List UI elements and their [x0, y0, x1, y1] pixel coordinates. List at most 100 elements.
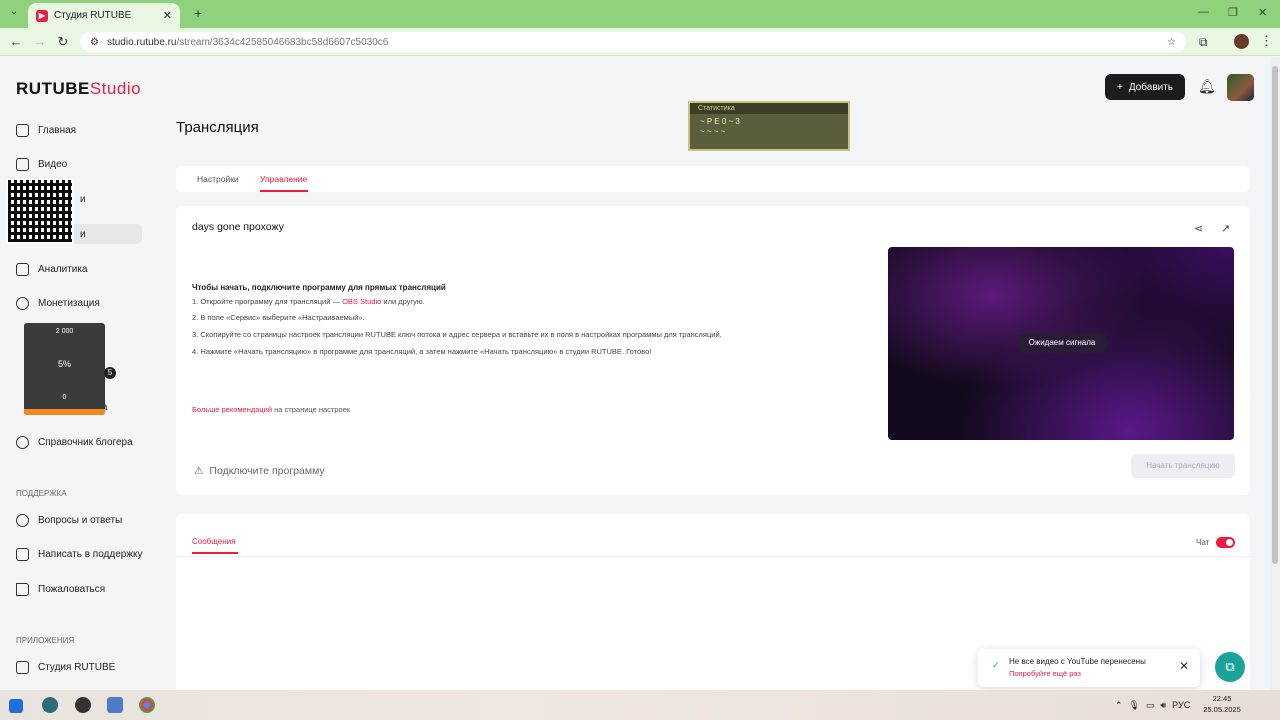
- browser-menu-icon[interactable]: ⋮: [1260, 33, 1273, 49]
- toast-message: Не все видео с YouTube перенесены: [1009, 657, 1146, 666]
- gauge-top-value: 2 000: [55, 328, 74, 335]
- more-recommendations-rest: на странице настроек: [272, 405, 351, 414]
- sidebar-item-monetization[interactable]: Монетизация: [16, 293, 100, 313]
- back-icon[interactable]: ←: [8, 34, 24, 49]
- logo-main: RUTUBE: [16, 79, 90, 98]
- microphone-icon[interactable]: 🎙︎: [1129, 700, 1140, 711]
- plus-icon: +: [1116, 81, 1123, 93]
- add-button[interactable]: + Добавить: [1105, 74, 1185, 100]
- sidebar-item-label: Аналитика: [38, 263, 88, 275]
- tab-messages[interactable]: Сообщения: [192, 537, 235, 546]
- close-window-button[interactable]: ✕: [1258, 6, 1267, 19]
- close-icon[interactable]: ✕: [1179, 659, 1189, 673]
- steam-icon[interactable]: [42, 697, 58, 713]
- sidebar-item-analytics[interactable]: Аналитика: [16, 259, 88, 279]
- user-avatar[interactable]: [1227, 74, 1254, 101]
- more-recommendations: Больше рекомендаций на странице настроек: [192, 405, 350, 414]
- chat-toggle-label: Чат: [1196, 538, 1210, 547]
- donation-gauge-widget: 2 000 5% 0: [24, 323, 105, 415]
- toast-retry-link[interactable]: Попробуйте ещё раз: [1009, 669, 1081, 678]
- sidebar-item-label: Монетизация: [38, 297, 100, 309]
- page-title: Трансляция: [176, 119, 259, 136]
- notifications-bell-icon[interactable]: 🔔︎: [1198, 78, 1216, 95]
- step-1-text-end: или другую.: [381, 297, 425, 306]
- notification-toast: ✓ Не все видео с YouTube перенесены Попр…: [978, 649, 1200, 687]
- mail-icon: [16, 547, 29, 561]
- minimize-button[interactable]: —: [1198, 6, 1209, 18]
- chat-toggle[interactable]: [1216, 537, 1235, 548]
- volume-icon[interactable]: 🔊︎: [1161, 700, 1167, 711]
- rutube-studio-logo[interactable]: RUTUBEStudio: [16, 79, 141, 99]
- more-recommendations-link[interactable]: Больше рекомендаций: [192, 405, 272, 414]
- support-chat-button[interactable]: ⧉: [1215, 652, 1245, 682]
- windows-taskbar: [0, 690, 1280, 720]
- bookmark-star-icon[interactable]: ☆: [1167, 37, 1176, 48]
- qr-code-overlay: [6, 178, 74, 244]
- sidebar-item-label: Видео: [38, 158, 68, 170]
- scrollbar-thumb[interactable]: [1272, 66, 1278, 564]
- home-icon: [16, 123, 29, 137]
- sidebar-item-broadcasts[interactable]: и: [80, 224, 86, 244]
- sidebar-item-blogger-guide[interactable]: Справочник блогера: [16, 432, 133, 452]
- url-host: studio.rutube.ru: [106, 36, 177, 48]
- stats-line-2: ~ ~ ~ ~: [700, 127, 726, 136]
- tab-search-icon[interactable]: ⌄: [6, 6, 22, 22]
- taskbar-clock[interactable]: 22:45 25.05.2025: [1200, 693, 1244, 715]
- stats-line-1: ~ P E 0 ~ 3: [700, 117, 740, 126]
- sidebar-item-home[interactable]: Главная: [16, 120, 76, 140]
- extensions-icon[interactable]: ⧉: [1199, 35, 1208, 50]
- reload-icon[interactable]: ↻: [55, 34, 71, 50]
- waiting-signal-badge: Ожидаем сигнала: [1016, 333, 1108, 353]
- sidebar-item-label: Пожаловаться: [38, 583, 106, 595]
- sidebar-item-label: Написать в поддержку: [38, 548, 143, 560]
- instruction-step-2: 2. В поле «Сервис» выберите «Настраиваем…: [192, 313, 365, 322]
- warning-icon: ⚠: [194, 465, 204, 477]
- tab-settings[interactable]: Настройки: [197, 174, 239, 184]
- obs-icon[interactable]: [75, 697, 91, 713]
- open-external-icon[interactable]: ↗: [1221, 222, 1230, 235]
- sidebar-item-write-support[interactable]: Написать в поддержку: [16, 544, 143, 564]
- close-tab-icon[interactable]: ✕: [163, 9, 172, 22]
- address-bar[interactable]: ⚙ studio.rutube.ru/stream/3634c425850466…: [80, 32, 1186, 52]
- tray-arrow-icon[interactable]: ⌃: [1115, 700, 1123, 711]
- sidebar-item-studio-app[interactable]: Студия RUTUBE: [16, 657, 115, 677]
- share-icon[interactable]: ⋖: [1194, 222, 1203, 235]
- sidebar-item-video[interactable]: Видео: [16, 154, 67, 174]
- analytics-icon: [16, 262, 29, 276]
- start-stream-button[interactable]: Начать трансляцию: [1131, 454, 1235, 478]
- gauge-bottom-value: 0: [62, 394, 67, 401]
- connect-program-status: ⚠ Подключите программу: [194, 465, 325, 477]
- ruble-icon: [16, 296, 29, 310]
- language-indicator[interactable]: РУС: [1172, 700, 1190, 711]
- network-icon[interactable]: ▭: [1146, 700, 1155, 711]
- sidebar-item-label: Студия RUTUBE: [38, 661, 116, 673]
- phone-icon: [16, 660, 29, 674]
- clock-date: 25.05.2025: [1203, 705, 1241, 714]
- profile-avatar[interactable]: [1234, 34, 1249, 49]
- gauge-badge: 5: [104, 367, 116, 379]
- sidebar-item-faq[interactable]: Вопросы и ответы: [16, 510, 122, 530]
- start-menu-icon[interactable]: [9, 699, 23, 713]
- gauge-progress-fill: [24, 409, 105, 415]
- forward-icon[interactable]: →: [32, 34, 48, 49]
- browser-tab[interactable]: ▶ Студия RUTUBE ✕: [28, 3, 180, 28]
- sidebar-item-report[interactable]: Пожаловаться: [16, 579, 105, 599]
- chrome-icon[interactable]: [139, 697, 155, 713]
- url-path: /stream/3634c42585046683bc58d6607c5030c6: [176, 36, 389, 48]
- tab-title: Студия RUTUBE: [54, 10, 132, 21]
- app-icon[interactable]: [107, 697, 123, 713]
- video-icon: [16, 157, 29, 171]
- sidebar-item-label: Вопросы и ответы: [38, 514, 123, 526]
- tab-management[interactable]: Управление: [260, 174, 307, 184]
- obs-studio-link[interactable]: OBS Studio: [342, 297, 381, 306]
- new-tab-button[interactable]: +: [194, 5, 202, 21]
- messages-tab-underline: [192, 552, 238, 554]
- add-button-label: Добавить: [1128, 81, 1174, 93]
- sidebar-item-3[interactable]: и: [80, 189, 86, 209]
- maximize-button[interactable]: ❐: [1228, 6, 1238, 19]
- system-tray[interactable]: ⌃ 🎙︎ ▭ 🔊︎ РУС: [1115, 700, 1190, 711]
- support-section-title: ПОДДЕРЖКА: [16, 489, 67, 498]
- site-info-icon[interactable]: ⚙: [90, 37, 99, 48]
- sidebar-item-label: и: [80, 193, 86, 205]
- question-icon: [16, 513, 29, 527]
